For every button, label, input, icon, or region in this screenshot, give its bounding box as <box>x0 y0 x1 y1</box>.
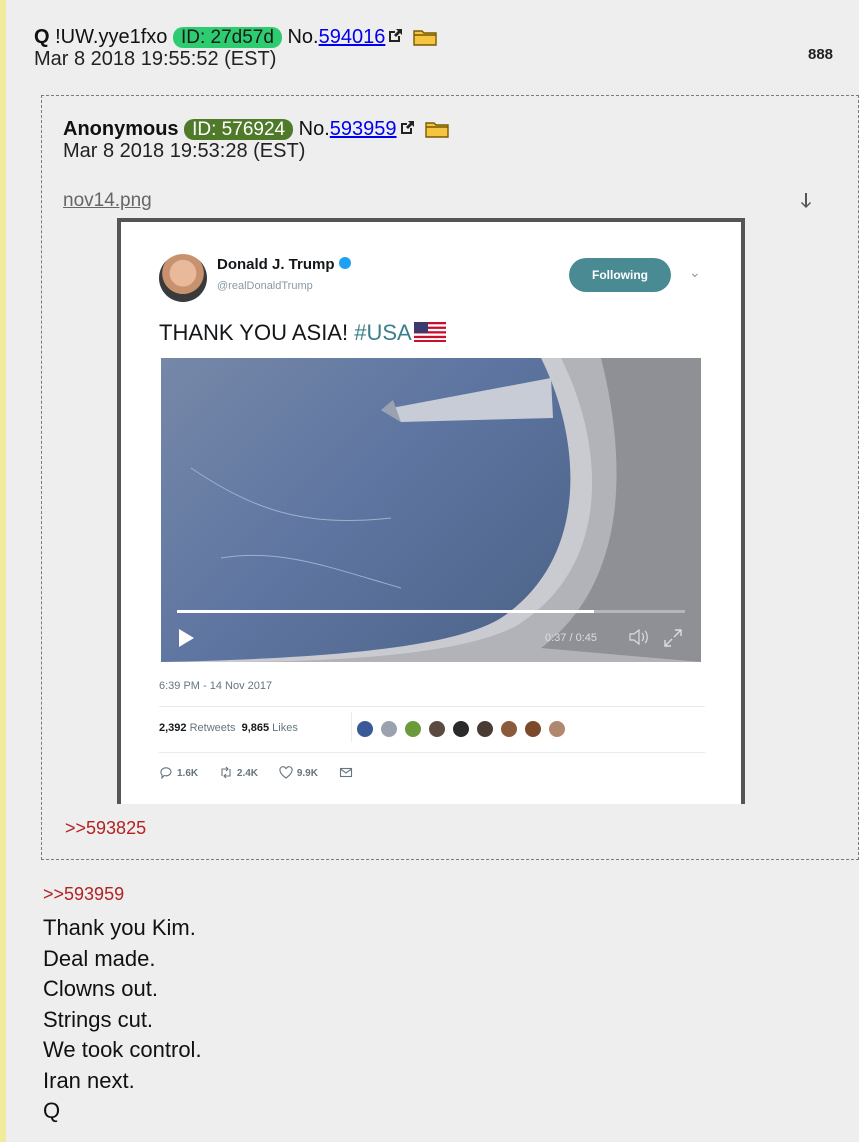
quoted-post: Anonymous ID: 576924 No.593959 Mar 8 201… <box>41 95 859 860</box>
external-link-icon[interactable] <box>399 120 415 136</box>
quoted-post-date: Mar 8 2018 19:53:28 (EST) <box>63 140 306 162</box>
avatar <box>159 254 207 302</box>
post-body-line: Q <box>43 1098 61 1123</box>
liker-avatar <box>403 719 423 739</box>
quoted-post-header: Anonymous ID: 576924 No.593959 Mar 8 201… <box>63 118 449 162</box>
post-body-line: Deal made. <box>43 945 156 971</box>
like-action: 9.9K <box>279 766 318 779</box>
reply-icon <box>160 767 172 780</box>
retweets-count: 2,392 <box>159 722 187 734</box>
liker-avatar <box>499 719 519 739</box>
poster-id-badge[interactable]: ID: 27d57d <box>172 27 282 48</box>
attachment-filename-link[interactable]: nov14.png <box>63 190 152 212</box>
quoted-post-backlink[interactable]: >>593825 <box>65 818 146 839</box>
video-progress-bar <box>177 610 685 613</box>
chevron-down-icon: ⌄ <box>689 264 701 280</box>
external-link-icon[interactable] <box>387 28 403 44</box>
retweet-count: 2.4K <box>236 768 259 779</box>
us-flag-icon <box>413 322 446 342</box>
liker-avatar <box>523 719 543 739</box>
post-body-line: Iran next. <box>43 1067 135 1093</box>
airplane-window-scene <box>161 358 701 662</box>
reply-count: 1.6K <box>177 768 199 779</box>
tweet-hashtag: #USA <box>354 320 412 345</box>
tweet-stats: 2,392 Retweets 9,865 Likes <box>159 722 298 734</box>
post-header: Q !UW.yye1fxo ID: 27d57d No.594016 Mar 8… <box>34 26 438 70</box>
play-icon <box>179 629 194 647</box>
post-date: Mar 8 2018 19:55:52 (EST) <box>34 48 277 70</box>
likes-count: 9,865 <box>241 722 270 734</box>
reply-quote-link[interactable]: >>593959 <box>43 884 124 905</box>
retweets-label: Retweets <box>189 722 236 734</box>
post-body-line: We took control. <box>43 1037 202 1062</box>
divider <box>159 706 705 707</box>
post-number-prefix: No. <box>287 26 319 48</box>
liker-avatar <box>475 719 495 739</box>
tweet-text-plain: THANK YOU ASIA! <box>159 320 355 345</box>
tweet-timestamp: 6:39 PM - 14 Nov 2017 <box>159 680 273 692</box>
tweet-author-name: Donald J. Trump <box>217 256 351 273</box>
tweet-author-handle: @realDonaldTrump <box>217 280 313 292</box>
post-number-link[interactable]: 594016 <box>319 26 386 48</box>
video-progress-fill <box>177 610 594 613</box>
tweet-video: 0:37 / 0:45 <box>161 358 701 662</box>
likes-label: Likes <box>272 722 298 734</box>
envelope-icon <box>339 767 352 778</box>
retweet-icon <box>221 766 231 779</box>
folder-icon[interactable] <box>413 28 438 46</box>
poster-tripcode: !UW.yye1fxo <box>55 26 168 48</box>
post-body-line: Clowns out. <box>43 976 158 1001</box>
quoted-number-prefix: No. <box>298 118 330 140</box>
attachment-image[interactable]: Donald J. Trump @realDonaldTrump Followi… <box>117 218 745 804</box>
divider <box>159 752 705 753</box>
reply-action: 1.6K <box>159 766 199 780</box>
liker-avatar <box>379 719 399 739</box>
retweet-action: 2.4K <box>219 766 258 779</box>
quoted-post-number-link[interactable]: 593959 <box>330 118 397 140</box>
quoted-poster-id-badge[interactable]: ID: 576924 <box>184 119 294 140</box>
fullscreen-icon <box>664 629 682 647</box>
heart-icon <box>279 766 293 779</box>
poster-name: Q <box>34 26 50 48</box>
following-button: Following <box>569 258 671 292</box>
message-action <box>339 766 357 779</box>
post-container: Q !UW.yye1fxo ID: 27d57d No.594016 Mar 8… <box>0 0 859 1142</box>
folder-icon[interactable] <box>424 120 449 138</box>
tweet-author-name-text: Donald J. Trump <box>217 256 335 273</box>
liker-avatar <box>451 719 471 739</box>
divider <box>351 712 352 742</box>
volume-icon <box>629 629 648 645</box>
post-body-line: Thank you Kim. <box>43 915 196 940</box>
liker-avatar <box>547 719 567 739</box>
quoted-poster-name: Anonymous <box>63 118 179 140</box>
post-body: Thank you Kim. Deal made. Clowns out. Strin… <box>43 913 202 1127</box>
video-time: 0:37 / 0:45 <box>545 632 597 644</box>
download-icon[interactable] <box>799 192 813 212</box>
liker-avatar <box>427 719 447 739</box>
post-body-line: Strings cut. <box>43 1006 154 1032</box>
tweet-text: THANK YOU ASIA! #USA <box>159 320 446 346</box>
like-count: 9.9K <box>296 768 318 779</box>
tweet-actions: 1.6K 2.4K 9.9K <box>159 766 375 780</box>
post-count: 888 <box>808 46 834 63</box>
liker-avatar <box>355 719 375 739</box>
verified-badge-icon <box>338 257 351 269</box>
